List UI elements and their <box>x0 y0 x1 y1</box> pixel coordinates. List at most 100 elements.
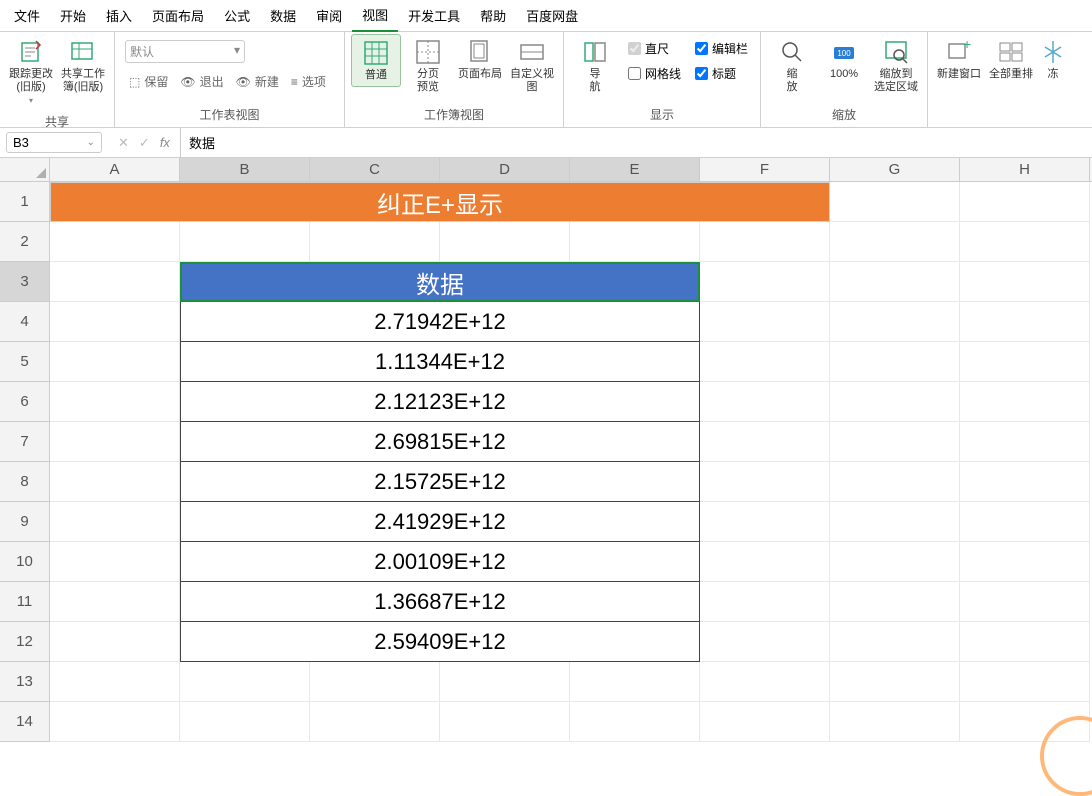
spreadsheet-grid[interactable]: ABCDEFGH 1234567891011121314 纠正E+显示 数据 2… <box>0 158 1092 742</box>
cell-A9[interactable] <box>50 502 180 542</box>
cell-E2[interactable] <box>570 222 700 262</box>
row-header-11[interactable]: 11 <box>0 582 50 622</box>
zoom100-button[interactable]: 100 100% <box>819 34 869 85</box>
col-header-G[interactable]: G <box>830 158 960 181</box>
formulabar-checkbox[interactable]: 编辑栏 <box>695 38 748 59</box>
cell-H13[interactable] <box>960 662 1090 702</box>
sheetview-selector[interactable]: 默认▾ <box>125 40 245 63</box>
data-cell-7[interactable]: 2.00109E+12 <box>180 542 700 582</box>
cell-F7[interactable] <box>700 422 830 462</box>
fx-icon[interactable]: fx <box>160 135 170 150</box>
row-header-8[interactable]: 8 <box>0 462 50 502</box>
row-header-12[interactable]: 12 <box>0 622 50 662</box>
row-header-6[interactable]: 6 <box>0 382 50 422</box>
row-header-5[interactable]: 5 <box>0 342 50 382</box>
pagebreak-button[interactable]: 分页 预览 <box>403 34 453 98</box>
cell-G1[interactable] <box>830 182 960 222</box>
row-header-10[interactable]: 10 <box>0 542 50 582</box>
cell-H7[interactable] <box>960 422 1090 462</box>
normal-view-button[interactable]: 普通 <box>351 34 401 87</box>
customview-button[interactable]: 自定义视图 <box>507 34 557 98</box>
ruler-checkbox[interactable]: 直尺 <box>628 38 681 59</box>
cell-D2[interactable] <box>440 222 570 262</box>
cell-D13[interactable] <box>440 662 570 702</box>
col-header-C[interactable]: C <box>310 158 440 181</box>
col-header-B[interactable]: B <box>180 158 310 181</box>
row-header-2[interactable]: 2 <box>0 222 50 262</box>
menu-插入[interactable]: 插入 <box>96 0 142 31</box>
cell-H3[interactable] <box>960 262 1090 302</box>
cell-A2[interactable] <box>50 222 180 262</box>
cell-G7[interactable] <box>830 422 960 462</box>
menu-开始[interactable]: 开始 <box>50 0 96 31</box>
headings-checkbox[interactable]: 标题 <box>695 63 748 84</box>
data-cell-9[interactable]: 2.59409E+12 <box>180 622 700 662</box>
name-box[interactable]: B3 ⌄ <box>6 132 102 153</box>
cell-G8[interactable] <box>830 462 960 502</box>
row-header-7[interactable]: 7 <box>0 422 50 462</box>
cell-D14[interactable] <box>440 702 570 742</box>
pagelayout-button[interactable]: 页面布局 <box>455 34 505 85</box>
formula-input[interactable]: 数据 <box>181 133 223 152</box>
exit-button[interactable]: 👁 退出 <box>180 73 223 90</box>
cell-H1[interactable] <box>960 182 1090 222</box>
cancel-icon[interactable]: ✕ <box>118 135 129 151</box>
cell-G10[interactable] <box>830 542 960 582</box>
cell-B14[interactable] <box>180 702 310 742</box>
cell-G5[interactable] <box>830 342 960 382</box>
cell-H12[interactable] <box>960 622 1090 662</box>
select-all-corner[interactable] <box>0 158 50 182</box>
menu-审阅[interactable]: 审阅 <box>306 0 352 31</box>
cell-B13[interactable] <box>180 662 310 702</box>
row-header-13[interactable]: 13 <box>0 662 50 702</box>
cell-A7[interactable] <box>50 422 180 462</box>
track-changes-button[interactable]: 跟踪更改 (旧版) ▾ <box>6 34 56 111</box>
cell-A6[interactable] <box>50 382 180 422</box>
data-cell-5[interactable]: 2.15725E+12 <box>180 462 700 502</box>
cell-H11[interactable] <box>960 582 1090 622</box>
new-window-button[interactable]: + 新建窗口 <box>934 34 984 85</box>
cell-A8[interactable] <box>50 462 180 502</box>
zoom-selection-button[interactable]: 缩放到 选定区域 <box>871 34 921 98</box>
confirm-icon[interactable]: ✓ <box>139 135 150 151</box>
title-banner[interactable]: 纠正E+显示 <box>50 182 830 222</box>
keep-button[interactable]: ⬚ 保留 <box>129 73 168 90</box>
col-header-A[interactable]: A <box>50 158 180 181</box>
menu-视图[interactable]: 视图 <box>352 0 398 32</box>
cell-G4[interactable] <box>830 302 960 342</box>
cell-C14[interactable] <box>310 702 440 742</box>
cell-E14[interactable] <box>570 702 700 742</box>
cell-H10[interactable] <box>960 542 1090 582</box>
menu-开发工具[interactable]: 开发工具 <box>398 0 470 31</box>
data-cell-3[interactable]: 2.12123E+12 <box>180 382 700 422</box>
cell-F13[interactable] <box>700 662 830 702</box>
data-cell-4[interactable]: 2.69815E+12 <box>180 422 700 462</box>
options-button[interactable]: ≡ 选项 <box>291 73 326 90</box>
cell-F9[interactable] <box>700 502 830 542</box>
data-cell-2[interactable]: 1.11344E+12 <box>180 342 700 382</box>
cell-G2[interactable] <box>830 222 960 262</box>
cell-G6[interactable] <box>830 382 960 422</box>
row-header-4[interactable]: 4 <box>0 302 50 342</box>
arrange-button[interactable]: 全部重排 <box>986 34 1036 85</box>
row-header-3[interactable]: 3 <box>0 262 50 302</box>
cell-F12[interactable] <box>700 622 830 662</box>
freeze-button[interactable]: 冻 <box>1038 34 1068 85</box>
cell-C13[interactable] <box>310 662 440 702</box>
cell-G13[interactable] <box>830 662 960 702</box>
col-header-F[interactable]: F <box>700 158 830 181</box>
zoom-button[interactable]: 缩 放 <box>767 34 817 98</box>
nav-button[interactable]: 导 航 <box>570 34 620 98</box>
menu-数据[interactable]: 数据 <box>260 0 306 31</box>
row-header-1[interactable]: 1 <box>0 182 50 222</box>
cell-F10[interactable] <box>700 542 830 582</box>
cell-F3[interactable] <box>700 262 830 302</box>
cell-H5[interactable] <box>960 342 1090 382</box>
cell-H4[interactable] <box>960 302 1090 342</box>
menu-帮助[interactable]: 帮助 <box>470 0 516 31</box>
cell-A11[interactable] <box>50 582 180 622</box>
cell-F2[interactable] <box>700 222 830 262</box>
cell-F14[interactable] <box>700 702 830 742</box>
menu-百度网盘[interactable]: 百度网盘 <box>516 0 588 31</box>
data-cell-1[interactable]: 2.71942E+12 <box>180 302 700 342</box>
